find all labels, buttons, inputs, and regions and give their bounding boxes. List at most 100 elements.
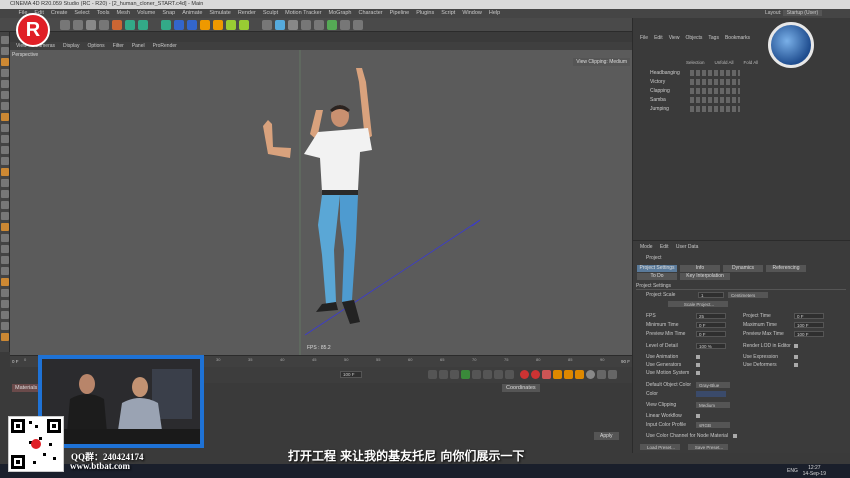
project-scale-unit-dropdown[interactable]: Centimeters	[728, 292, 768, 298]
toolbar-tool-6-icon[interactable]	[125, 20, 135, 30]
tab-info[interactable]: Info	[680, 265, 720, 272]
palette-tool-19-icon[interactable]	[1, 234, 9, 242]
max-frame-field[interactable]: 100 F	[340, 371, 362, 378]
save-preset-button[interactable]: Save Preset...	[688, 444, 728, 450]
toolbar-tool-21-icon[interactable]	[340, 20, 350, 30]
palette-tool-3-icon[interactable]	[1, 58, 9, 66]
toolbar-tool-8-icon[interactable]	[161, 20, 171, 30]
palette-tool-20-icon[interactable]	[1, 245, 9, 253]
play-button[interactable]	[461, 370, 470, 379]
toolbar-tool-1-icon[interactable]	[60, 20, 70, 30]
language-indicator[interactable]: ENG	[787, 468, 798, 474]
taskbar-clock[interactable]: 12:27 14-Sep-19	[803, 465, 826, 477]
timeline-end-frame[interactable]: 90 F	[621, 359, 630, 364]
palette-tool-14-icon[interactable]	[1, 179, 9, 187]
palette-tool-12-icon[interactable]	[1, 157, 9, 165]
toolbar-tool-4-icon[interactable]	[99, 20, 109, 30]
palette-tool-10-icon[interactable]	[1, 135, 9, 143]
preview-max-field[interactable]: 100 F	[794, 331, 824, 337]
menu-select[interactable]: Select	[74, 9, 89, 18]
tab-key-interpolation[interactable]: Key Interpolation	[680, 273, 730, 280]
object-menu-bookmarks[interactable]: Bookmarks	[725, 35, 750, 41]
use-motion-checkbox[interactable]	[696, 371, 700, 375]
palette-tool-18-icon[interactable]	[1, 223, 9, 231]
palette-tool-21-icon[interactable]	[1, 256, 9, 264]
use-generators-checkbox[interactable]	[696, 363, 700, 367]
palette-tool-9-icon[interactable]	[1, 124, 9, 132]
menu-character[interactable]: Character	[358, 9, 382, 18]
palette-tool-23-icon[interactable]	[1, 278, 9, 286]
palette-tool-25-icon[interactable]	[1, 300, 9, 308]
toolbar-tool-20-icon[interactable]	[327, 20, 337, 30]
attr-menu-mode[interactable]: Mode	[640, 244, 653, 250]
view-clipping-dropdown[interactable]: Medium	[696, 402, 730, 408]
object-tags[interactable]	[690, 88, 740, 94]
object-row[interactable]: Samba	[640, 96, 830, 104]
object-row[interactable]: Jumping	[640, 105, 830, 113]
object-row[interactable]: Clapping	[640, 87, 830, 95]
lod-field[interactable]: 100 %	[696, 343, 726, 349]
palette-tool-24-icon[interactable]	[1, 289, 9, 297]
prev-key-button[interactable]	[439, 370, 448, 379]
menu-render[interactable]: Render	[238, 9, 256, 18]
palette-tool-6-icon[interactable]	[1, 91, 9, 99]
menu-window[interactable]: Window	[462, 9, 482, 18]
scheme-button[interactable]	[608, 370, 617, 379]
palette-tool-13-icon[interactable]	[1, 168, 9, 176]
viewport-menu-prorender[interactable]: ProRender	[153, 43, 177, 49]
use-expression-checkbox[interactable]	[794, 355, 798, 359]
default-color-dropdown[interactable]: Gray-Blue	[696, 382, 730, 388]
pla-key-button[interactable]	[597, 370, 606, 379]
project-scale-field[interactable]: 1	[698, 292, 724, 298]
toolbar-tool-14-icon[interactable]	[239, 20, 249, 30]
palette-tool-4-icon[interactable]	[1, 69, 9, 77]
autokey-button[interactable]	[531, 370, 540, 379]
palette-tool-8-icon[interactable]	[1, 113, 9, 121]
loop-button[interactable]	[505, 370, 514, 379]
toolbar-tool-7-icon[interactable]	[138, 20, 148, 30]
color-channel-checkbox[interactable]	[733, 434, 737, 438]
min-time-field[interactable]: 0 F	[696, 322, 726, 328]
menu-pipeline[interactable]: Pipeline	[390, 9, 410, 18]
3d-viewport[interactable]: Perspective View Clipping: Medium FPS : …	[10, 50, 632, 355]
linear-workflow-checkbox[interactable]	[696, 414, 700, 418]
menu-motion-tracker[interactable]: Motion Tracker	[285, 9, 321, 18]
param-key-button[interactable]	[586, 370, 595, 379]
palette-tool-1-icon[interactable]	[1, 36, 9, 44]
color-swatch[interactable]	[696, 391, 726, 397]
toolbar-tool-3-icon[interactable]	[86, 20, 96, 30]
next-key-button[interactable]	[483, 370, 492, 379]
layout-dropdown[interactable]: Startup (User)	[782, 10, 823, 16]
load-preset-button[interactable]: Load Preset...	[640, 444, 680, 450]
palette-tool-28-icon[interactable]	[1, 333, 9, 341]
object-tags[interactable]	[690, 106, 740, 112]
max-time-field[interactable]: 100 F	[794, 322, 824, 328]
object-tags[interactable]	[690, 79, 740, 85]
materials-tab[interactable]: Materials	[12, 384, 41, 392]
object-tags[interactable]	[690, 70, 740, 76]
toolbar-tool-18-icon[interactable]	[301, 20, 311, 30]
menu-create[interactable]: Create	[51, 9, 68, 18]
object-menu-tags[interactable]: Tags	[708, 35, 719, 41]
viewport-menu-options[interactable]: Options	[87, 43, 104, 49]
fps-field[interactable]: 25	[696, 313, 726, 319]
tab-project-settings[interactable]: Project Settings	[637, 265, 677, 272]
next-frame-button[interactable]	[472, 370, 481, 379]
object-column-header[interactable]: Selection	[686, 60, 705, 65]
menu-snap[interactable]: Snap	[162, 9, 175, 18]
apply-button[interactable]: Apply	[594, 432, 619, 440]
menu-mograph[interactable]: MoGraph	[329, 9, 352, 18]
menu-volume[interactable]: Volume	[137, 9, 155, 18]
toolbar-tool-19-icon[interactable]	[314, 20, 324, 30]
object-tags[interactable]	[690, 97, 740, 103]
viewport-menu-panel[interactable]: Panel	[132, 43, 145, 49]
object-row[interactable]: Headbanging	[640, 69, 830, 77]
coordinates-tab[interactable]: Coordinates	[502, 384, 540, 392]
palette-tool-7-icon[interactable]	[1, 102, 9, 110]
object-menu-view[interactable]: View	[669, 35, 680, 41]
scale-project-button[interactable]: Scale Project...	[668, 301, 728, 307]
toolbar-tool-15-icon[interactable]	[262, 20, 272, 30]
attr-menu-edit[interactable]: Edit	[660, 244, 669, 250]
toolbar-tool-9-icon[interactable]	[174, 20, 184, 30]
record-key-button[interactable]	[520, 370, 529, 379]
